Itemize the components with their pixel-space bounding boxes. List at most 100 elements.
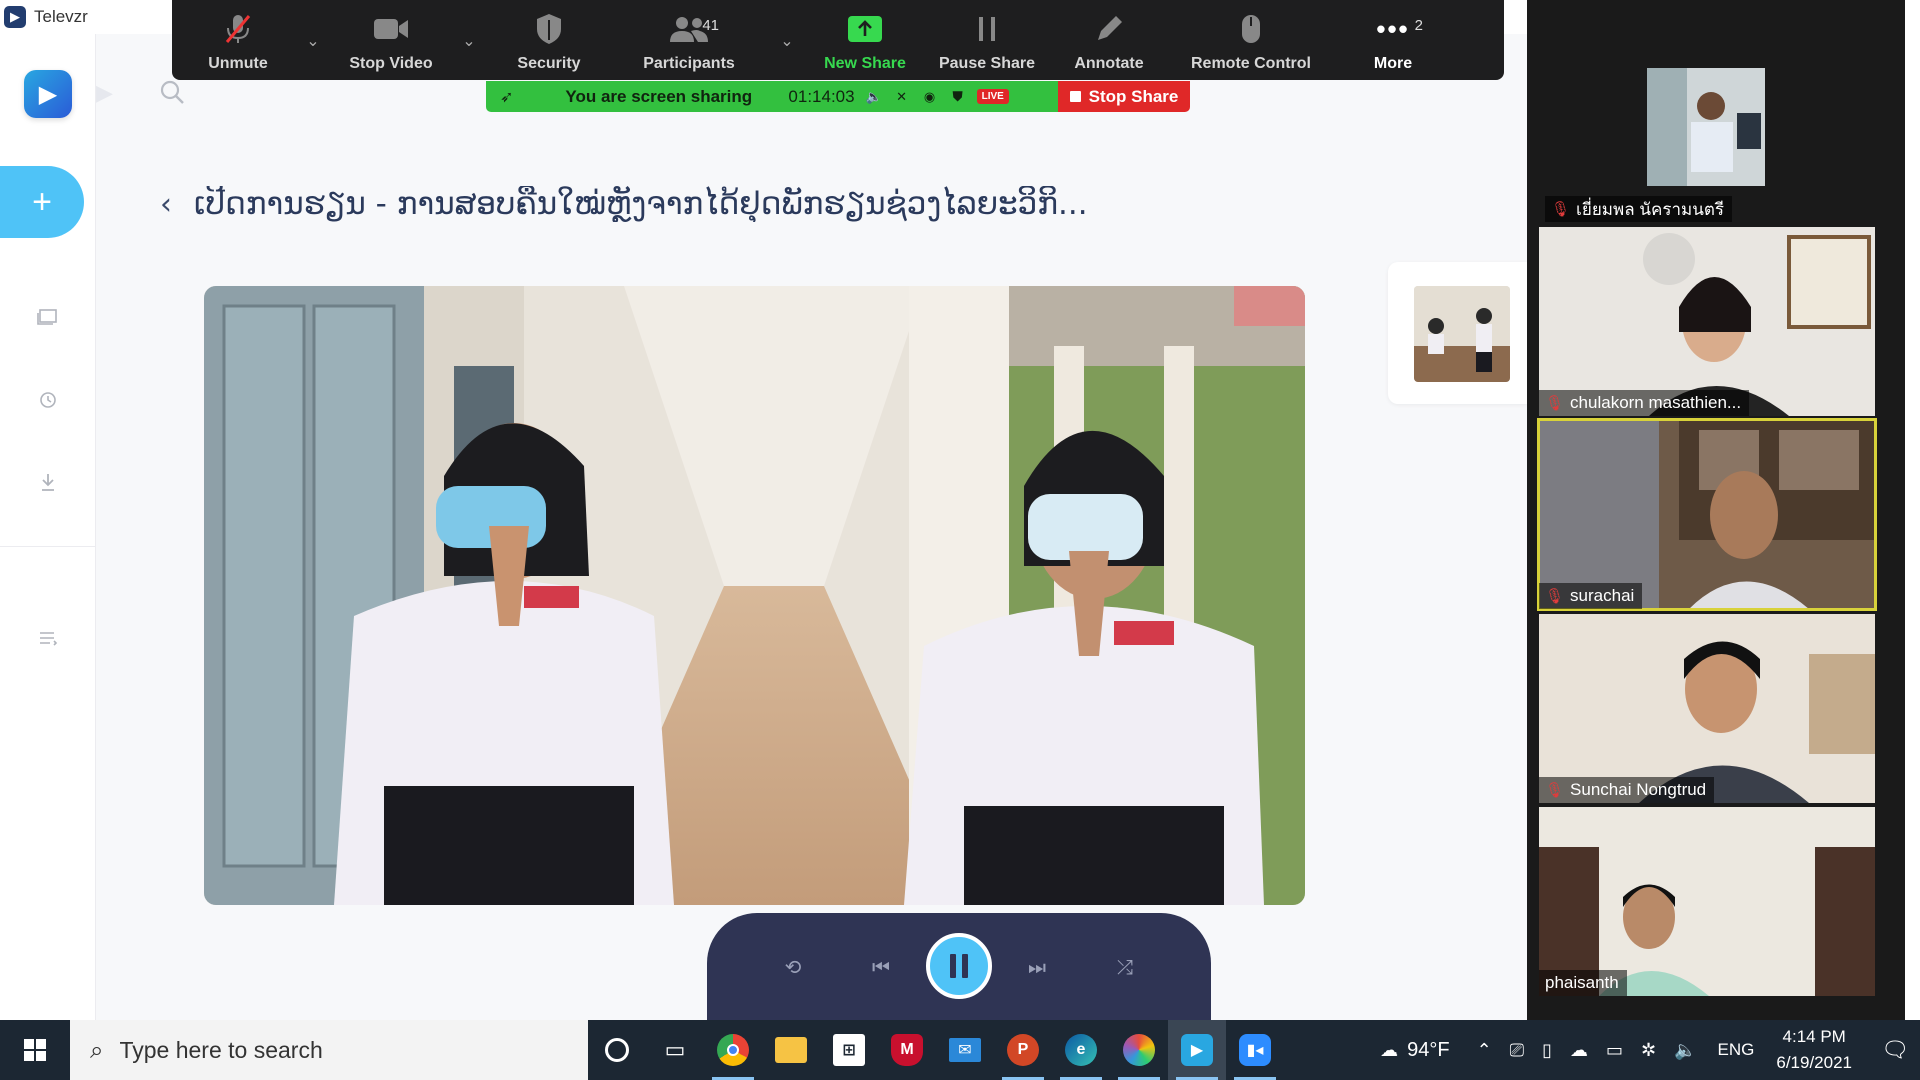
mail-icon[interactable]: ✉ xyxy=(936,1020,994,1080)
video-title: ເປີດການຮຽນ - ການສອບຄືນໃໝ່ຫຼັງຈາກໄດ້ຢຸດພັ… xyxy=(194,186,1088,222)
onedrive-icon[interactable]: ☁ xyxy=(1570,1040,1588,1061)
unmute-button[interactable]: Unmute xyxy=(182,0,294,80)
mic-muted-icon: 🎙 xyxy=(1551,201,1571,218)
folder-icon[interactable] xyxy=(34,302,62,330)
pause-button[interactable] xyxy=(926,933,992,999)
related-video-thumbnail[interactable] xyxy=(1414,286,1510,382)
language-indicator[interactable]: ENG xyxy=(1718,1040,1755,1060)
participant-tile-5[interactable]: phaisanth xyxy=(1539,807,1875,996)
mic-muted-icon xyxy=(216,9,260,49)
search-icon[interactable] xyxy=(158,78,188,108)
stop-video-label: Stop Video xyxy=(349,55,433,72)
system-clock[interactable]: 4:14 PM 6/19/2021 xyxy=(1776,1024,1852,1076)
security-button[interactable]: Security xyxy=(488,0,610,80)
participant-label-5: phaisanth xyxy=(1539,970,1627,996)
usb-icon[interactable]: ▯ xyxy=(1542,1040,1552,1061)
annotate-button[interactable]: Annotate xyxy=(1050,0,1168,80)
next-icon[interactable]: ⏭ xyxy=(1023,953,1051,981)
share-status-section[interactable]: ➶ You are screen sharing 01:14:03 🔈 ✕ ◉ … xyxy=(486,81,1058,112)
annotate-label: Annotate xyxy=(1074,55,1144,72)
file-explorer-icon[interactable] xyxy=(762,1020,820,1080)
window-edge xyxy=(1905,0,1920,1020)
repeat-icon[interactable]: ⟲ xyxy=(779,953,807,981)
participant-label-3: 🎙 surachai xyxy=(1539,583,1643,609)
participants-count: 41 xyxy=(702,17,719,34)
televzr-brand-icon[interactable]: ▶ xyxy=(24,70,72,118)
mouse-icon xyxy=(1229,9,1273,49)
more-badge: 2 xyxy=(1414,17,1423,34)
add-button[interactable]: + xyxy=(0,166,84,238)
participant-tile-3[interactable]: 🎙 surachai xyxy=(1537,418,1877,611)
related-video-card[interactable] xyxy=(1388,262,1527,404)
mcafee-icon[interactable]: M xyxy=(878,1020,936,1080)
participant-tile-2[interactable]: 🎙 chulakorn masathien... xyxy=(1539,227,1875,416)
stop-share-label: Stop Share xyxy=(1088,86,1179,106)
device-icon[interactable]: ⎚ xyxy=(1510,1040,1524,1061)
search-placeholder: Type here to search xyxy=(119,1036,323,1063)
battery-icon[interactable]: ▭ xyxy=(1606,1040,1623,1061)
gallery-top-strip xyxy=(1527,0,1920,40)
video-frame[interactable] xyxy=(204,286,1305,905)
remote-control-button[interactable]: Remote Control xyxy=(1168,0,1334,80)
participant-label-2: 🎙 chulakorn masathien... xyxy=(1539,390,1750,416)
chrome-icon[interactable] xyxy=(704,1020,762,1080)
televzr-logo-icon: ▶ xyxy=(4,6,26,28)
screen: ▶ Televzr ▶ + ▶ ‹ ເປີດການຮຽນ - ການສອບຄືນ… xyxy=(0,0,1920,1080)
participant-tile-4[interactable]: 🎙 Sunchai Nongtrud xyxy=(1539,614,1875,803)
system-tray: ☁ 94°F ⌃ ⎚ ▯ ☁ ▭ ✲ 🔈 ENG 4:14 PM 6/19/20… xyxy=(1371,1020,1920,1080)
participants-button[interactable]: 41 Participants xyxy=(610,0,768,80)
weather-temperature[interactable]: 94°F xyxy=(1407,1039,1449,1062)
stop-video-button[interactable]: Stop Video xyxy=(332,0,450,80)
notifications-icon[interactable]: 🗨 xyxy=(1870,1020,1920,1080)
share-status-text: You are screen sharing xyxy=(565,86,753,106)
participant-name: เยี่ยมพล นัครามนตรี xyxy=(1576,199,1724,219)
stop-share-button[interactable]: Stop Share xyxy=(1058,81,1190,112)
zoom-meeting-toolbar: Unmute ⌄ Stop Video ⌄ Security 41 Partic… xyxy=(172,0,1504,80)
show-hidden-icons-icon[interactable]: ⌃ xyxy=(1477,1040,1492,1061)
edge-icon[interactable]: e xyxy=(1052,1020,1110,1080)
taskbar-search-box[interactable]: ⌕ Type here to search xyxy=(70,1020,588,1080)
share-elapsed-time: 01:14:03 xyxy=(788,86,855,106)
share-drag-icon: ➶ xyxy=(500,88,514,106)
powerpoint-icon[interactable]: P xyxy=(994,1020,1052,1080)
windows-taskbar: ⌕ Type here to search ▭ ⊞ M ✉ P e ▶ ▮◂ ☁… xyxy=(0,1020,1920,1080)
store-icon[interactable]: ⊞ xyxy=(820,1020,878,1080)
history-icon[interactable] xyxy=(34,386,62,414)
mic-muted-icon: 🎙 xyxy=(1545,781,1565,799)
playlist-icon[interactable] xyxy=(34,624,62,652)
televzr-icon[interactable]: ▶ xyxy=(1168,1020,1226,1080)
screen-share-status-bar: ➶ You are screen sharing 01:14:03 🔈 ✕ ◉ … xyxy=(486,81,1190,112)
encryption-shield-icon: ⛊ xyxy=(952,88,963,104)
new-share-button[interactable]: New Share xyxy=(806,0,924,80)
pause-share-button[interactable]: Pause Share xyxy=(924,0,1050,80)
photoscape-icon[interactable] xyxy=(1110,1020,1168,1080)
zoom-icon[interactable]: ▮◂ xyxy=(1226,1020,1284,1080)
previous-icon[interactable]: ⏮ xyxy=(867,953,895,981)
network-icon[interactable]: ✲ xyxy=(1641,1040,1656,1061)
shuffle-icon[interactable]: ⤮ xyxy=(1111,953,1139,981)
participants-options-caret[interactable]: ⌄ xyxy=(768,0,806,80)
add-icon: + xyxy=(32,182,52,221)
participants-label: Participants xyxy=(643,55,735,72)
more-button[interactable]: ••• 2 More xyxy=(1334,0,1452,80)
pencil-icon xyxy=(1087,9,1131,49)
task-view-icon[interactable]: ▭ xyxy=(646,1020,704,1080)
start-button[interactable] xyxy=(0,1020,70,1080)
clock-date: 6/19/2021 xyxy=(1776,1053,1852,1072)
record-icon: ◉ xyxy=(923,88,936,104)
participants-icon: 41 xyxy=(667,9,719,49)
cortana-icon[interactable] xyxy=(588,1020,646,1080)
participant-video-1[interactable] xyxy=(1647,68,1765,186)
volume-icon[interactable]: 🔈 xyxy=(1674,1040,1696,1061)
live-badge: LIVE xyxy=(976,89,1009,104)
download-icon[interactable] xyxy=(34,468,62,496)
participant-name: Sunchai Nongtrud xyxy=(1570,780,1707,799)
participant-name: chulakorn masathien... xyxy=(1570,393,1742,412)
speaker-icon: 🔈 xyxy=(865,88,882,104)
weather-cloud-icon[interactable]: ☁ xyxy=(1380,1040,1398,1061)
search-icon: ⌕ xyxy=(90,1036,104,1064)
video-options-caret[interactable]: ⌄ xyxy=(450,0,488,80)
back-button[interactable]: ‹ xyxy=(160,187,172,222)
remote-control-label: Remote Control xyxy=(1191,55,1311,72)
audio-options-caret[interactable]: ⌄ xyxy=(294,0,332,80)
